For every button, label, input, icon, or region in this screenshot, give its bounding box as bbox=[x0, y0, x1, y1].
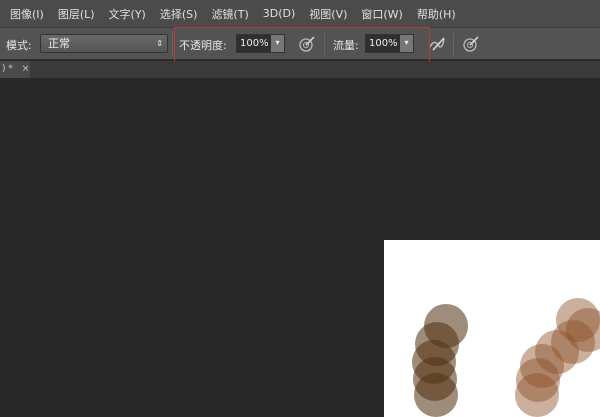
pressure-size-icon[interactable] bbox=[462, 35, 480, 53]
tab-label: ) * bbox=[2, 64, 13, 74]
divider bbox=[172, 33, 173, 56]
divider bbox=[453, 33, 454, 56]
document-canvas[interactable] bbox=[384, 240, 600, 417]
menu-image[interactable]: 图像(I) bbox=[10, 6, 44, 22]
mode-select[interactable]: 正常 ⇕ bbox=[40, 34, 168, 53]
brush-strokes bbox=[412, 298, 600, 417]
highlight-box bbox=[174, 27, 430, 64]
document-tab-bar: ) * × bbox=[0, 61, 600, 78]
menu-3d[interactable]: 3D(D) bbox=[263, 7, 296, 20]
brush-dab bbox=[414, 373, 458, 417]
menu-select[interactable]: 选择(S) bbox=[160, 6, 198, 22]
menu-help[interactable]: 帮助(H) bbox=[417, 6, 456, 22]
document-tab[interactable]: ) * × bbox=[0, 61, 30, 78]
mode-label: 模式: bbox=[6, 39, 32, 52]
airbrush-icon[interactable] bbox=[428, 35, 446, 53]
menu-layer[interactable]: 图层(L) bbox=[58, 6, 95, 22]
updown-icon: ⇕ bbox=[156, 39, 163, 48]
mode-value: 正常 bbox=[48, 37, 70, 50]
menu-type[interactable]: 文字(Y) bbox=[109, 6, 146, 22]
brush-dab bbox=[556, 298, 600, 342]
close-icon[interactable]: × bbox=[22, 64, 30, 74]
menu-filter[interactable]: 滤镜(T) bbox=[211, 6, 248, 22]
menu-bar: 图像(I) 图层(L) 文字(Y) 选择(S) 滤镜(T) 3D(D) 视图(V… bbox=[0, 0, 600, 27]
menu-view[interactable]: 视图(V) bbox=[309, 6, 347, 22]
menu-window[interactable]: 窗口(W) bbox=[361, 6, 402, 22]
